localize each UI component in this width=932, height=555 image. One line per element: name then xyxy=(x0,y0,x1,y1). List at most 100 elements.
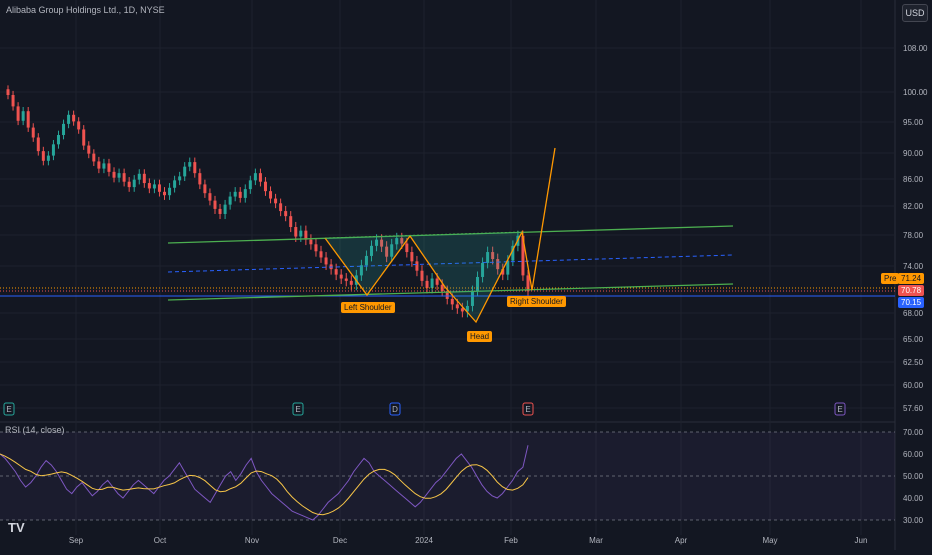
candle-body xyxy=(420,270,424,281)
candle-body xyxy=(87,145,91,154)
price-axis-label: 108.00 xyxy=(903,44,928,53)
event-marker-label: E xyxy=(837,405,842,414)
candle-body xyxy=(309,239,313,245)
chart-title: Alibaba Group Holdings Ltd., 1D, NYSE xyxy=(6,5,165,15)
rsi-axis-label: 70.00 xyxy=(903,428,924,437)
candle-body xyxy=(67,114,71,124)
time-axis-label: 2024 xyxy=(415,536,433,545)
candle-body xyxy=(31,127,35,138)
last-price-tag: 70.78 xyxy=(898,285,925,296)
candle-body xyxy=(263,181,267,192)
candle-body xyxy=(163,191,167,196)
chart-svg[interactable]: Sep Oct Nov Dec 2024 Feb Mar Apr May Jun 108.00 100… xyxy=(0,0,932,550)
candle-body xyxy=(117,173,121,178)
rsi-axis-label: 40.00 xyxy=(903,494,924,503)
candle-body xyxy=(223,204,227,214)
candle-body xyxy=(228,196,232,205)
candle-body xyxy=(183,166,187,177)
time-axis-label: Dec xyxy=(333,536,347,545)
candle-body xyxy=(77,121,81,130)
candle-body xyxy=(279,203,283,212)
candle-body xyxy=(258,173,262,182)
tradingview-logo-icon: TV xyxy=(8,520,25,535)
price-axis-label: 86.00 xyxy=(903,175,924,184)
candle-body xyxy=(405,243,409,253)
time-axis-label: Feb xyxy=(504,536,518,545)
candle-body xyxy=(56,135,60,145)
candle-body xyxy=(243,189,247,198)
candle-body xyxy=(97,161,101,169)
candle-body xyxy=(193,162,197,174)
candle-body xyxy=(107,163,111,172)
candle-body xyxy=(430,278,434,288)
candle-body xyxy=(26,111,30,128)
price-axis-label: 68.00 xyxy=(903,309,924,318)
candle-body xyxy=(253,173,257,181)
event-marker-label: E xyxy=(525,405,530,414)
rsi-axis-label: 50.00 xyxy=(903,472,924,481)
candle-body xyxy=(218,208,222,214)
candle-body xyxy=(46,155,50,161)
candle-body xyxy=(526,275,530,292)
candle-body xyxy=(289,216,293,228)
time-axis-label: Apr xyxy=(675,536,688,545)
price-axis-label: 95.00 xyxy=(903,118,924,127)
candle-body xyxy=(178,176,182,181)
candle-body xyxy=(92,153,96,162)
candle-body xyxy=(450,298,454,305)
rsi-axis-label: 30.00 xyxy=(903,516,924,525)
candle-body xyxy=(319,251,323,258)
event-marker-label: E xyxy=(295,405,300,414)
candle-body xyxy=(435,278,439,285)
candle-body xyxy=(157,184,161,192)
candle-body xyxy=(233,191,237,197)
price-axis-label: 62.50 xyxy=(903,358,924,367)
annotation-left-shoulder: Left Shoulder xyxy=(341,302,395,313)
candle-body xyxy=(314,244,318,252)
chart-stage[interactable]: Sep Oct Nov Dec 2024 Feb Mar Apr May Jun 108.00 100… xyxy=(0,0,932,550)
currency-button[interactable]: USD xyxy=(902,4,928,22)
time-axis-label: Sep xyxy=(69,536,84,545)
candle-body xyxy=(173,180,177,188)
candle-body xyxy=(21,111,25,121)
time-axis-label: Mar xyxy=(589,536,603,545)
candle-body xyxy=(16,106,20,121)
event-marker-label: D xyxy=(392,405,398,414)
candle-body xyxy=(127,181,131,188)
candle-body xyxy=(72,114,76,122)
candle-body xyxy=(415,261,419,271)
candle-body xyxy=(62,123,66,136)
candle-body xyxy=(203,184,207,194)
price-axis-label: 90.00 xyxy=(903,149,924,158)
rsi-label: RSI (14, close) xyxy=(5,425,65,435)
candle-body xyxy=(238,191,242,198)
candle-body xyxy=(324,257,328,265)
event-marker-label: E xyxy=(6,405,11,414)
rsi-axis-label: 60.00 xyxy=(903,450,924,459)
price-axis-label: 100.00 xyxy=(903,88,928,97)
candle-body xyxy=(274,198,278,204)
candle-body xyxy=(41,151,45,161)
candle-body xyxy=(198,173,202,185)
candle-body xyxy=(410,252,414,262)
time-axis-label: Jun xyxy=(855,536,868,545)
candle-body xyxy=(284,211,288,217)
candle-body xyxy=(112,171,116,178)
candle-body xyxy=(455,304,459,309)
candle-body xyxy=(299,230,303,237)
line-price-tag: 70.15 xyxy=(898,297,925,308)
candle-body xyxy=(51,144,55,156)
candle-body xyxy=(334,269,338,275)
candle-body xyxy=(349,280,353,285)
candle-body xyxy=(102,163,106,169)
candle-body xyxy=(11,95,15,107)
candle-body xyxy=(208,193,212,201)
candle-body xyxy=(36,137,40,152)
price-axis-label: 65.00 xyxy=(903,335,924,344)
time-axis-label: Nov xyxy=(245,536,259,545)
candle-body xyxy=(137,173,141,180)
time-axis-label: May xyxy=(762,536,777,545)
candle-body xyxy=(294,227,298,237)
price-axis-label: 82.00 xyxy=(903,202,924,211)
candle-body xyxy=(152,184,156,189)
